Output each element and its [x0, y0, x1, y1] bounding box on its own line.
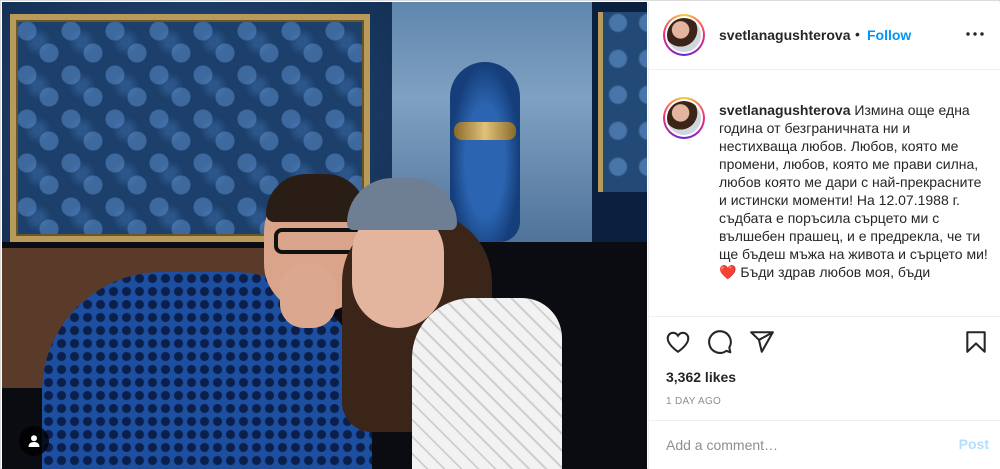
post-header: svetlanagushterova • Follow — [649, 2, 1000, 70]
photo-vase-ornament — [454, 122, 516, 140]
like-button[interactable] — [665, 329, 693, 357]
avatar[interactable] — [663, 14, 705, 56]
header-username[interactable]: svetlanagushterova — [719, 27, 851, 43]
avatar-image — [667, 101, 701, 135]
comment-button[interactable] — [707, 329, 735, 357]
photo-vase — [450, 62, 520, 242]
caption-section: svetlanagushterova Измина още една годин… — [649, 71, 1000, 316]
caption: svetlanagushterova Измина още една годин… — [719, 101, 989, 281]
more-options-icon — [966, 32, 984, 36]
caption-username[interactable]: svetlanagushterova — [719, 102, 851, 118]
post-comment-button[interactable]: Post — [959, 436, 989, 452]
post-photo[interactable] — [2, 2, 647, 469]
post-side-panel: svetlanagushterova • Follow svetlanagush… — [648, 2, 1000, 469]
save-button[interactable] — [963, 329, 991, 357]
action-bar: 3,362 likes 1 DAY AGO — [649, 316, 1000, 436]
caption-avatar[interactable] — [663, 97, 705, 139]
share-icon — [750, 331, 774, 353]
separator-dot: • — [855, 26, 860, 42]
avatar-image — [667, 18, 701, 52]
post-container: svetlanagushterova • Follow svetlanagush… — [0, 0, 1000, 469]
photo-hand — [280, 264, 336, 328]
comment-icon — [708, 330, 732, 354]
heart-icon — [666, 331, 690, 353]
likes-count[interactable]: 3,362 likes — [666, 369, 736, 385]
more-options-button[interactable] — [965, 24, 985, 44]
user-tag-icon — [28, 435, 40, 447]
comment-bar: Post — [649, 420, 1000, 469]
photo-woman-top — [412, 298, 562, 469]
caption-text: Измина още една година от безграничната … — [719, 102, 988, 280]
comment-input[interactable] — [666, 434, 926, 456]
tagged-users-button[interactable] — [19, 426, 49, 456]
share-button[interactable] — [749, 329, 777, 357]
bookmark-icon — [966, 331, 986, 353]
post-timestamp[interactable]: 1 DAY AGO — [666, 396, 721, 407]
photo-wall-panel-right — [598, 12, 647, 192]
follow-button[interactable]: Follow — [867, 27, 911, 43]
